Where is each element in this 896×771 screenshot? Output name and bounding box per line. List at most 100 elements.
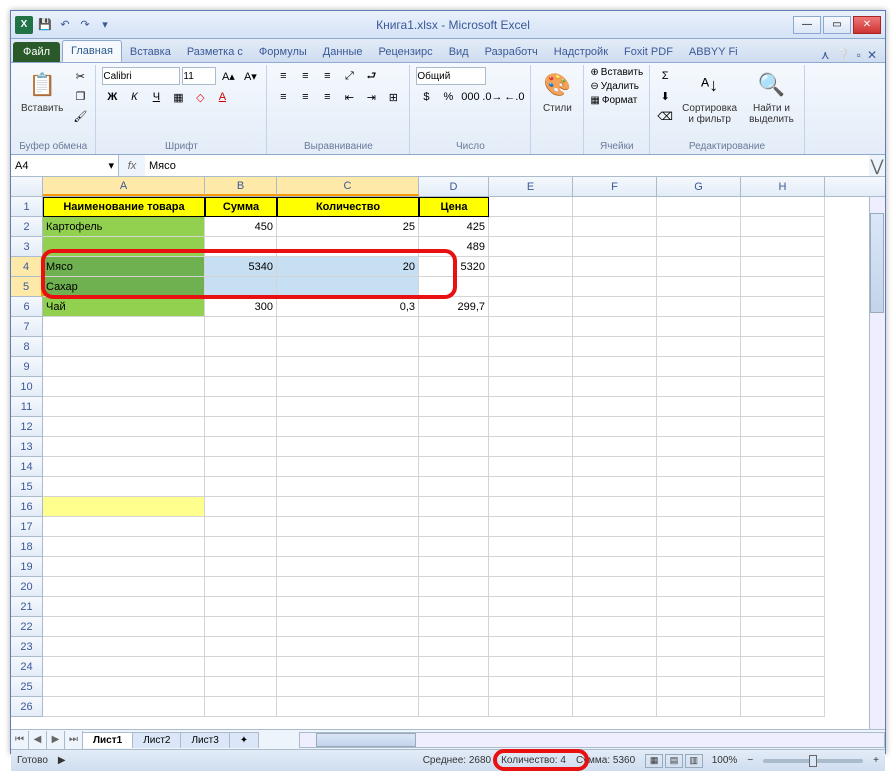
insert-cells-icon[interactable]: ⊕: [590, 67, 598, 78]
cell-B25[interactable]: [205, 677, 277, 697]
cell-C10[interactable]: [277, 377, 419, 397]
help-icon[interactable]: ❔: [836, 48, 851, 62]
maximize-button[interactable]: ▭: [823, 16, 851, 34]
align-top-icon[interactable]: ≡: [273, 67, 293, 85]
qat-dropdown-icon[interactable]: ▾: [97, 17, 113, 33]
row-header-22[interactable]: 22: [11, 617, 43, 637]
macro-record-icon[interactable]: ▶: [58, 755, 66, 766]
cell-H23[interactable]: [741, 637, 825, 657]
cell-A4[interactable]: Мясо: [43, 257, 205, 277]
cell-H26[interactable]: [741, 697, 825, 717]
cell-H14[interactable]: [741, 457, 825, 477]
vscroll-thumb[interactable]: [870, 213, 884, 313]
cell-E17[interactable]: [489, 517, 573, 537]
cell-F12[interactable]: [573, 417, 657, 437]
cell-F4[interactable]: [573, 257, 657, 277]
align-center-icon[interactable]: ≡: [295, 88, 315, 106]
cell-D10[interactable]: [419, 377, 489, 397]
bold-icon[interactable]: Ж: [102, 88, 122, 106]
cell-F14[interactable]: [573, 457, 657, 477]
normal-view-icon[interactable]: ▦: [645, 754, 663, 768]
row-header-16[interactable]: 16: [11, 497, 43, 517]
cell-E26[interactable]: [489, 697, 573, 717]
cell-D14[interactable]: [419, 457, 489, 477]
minimize-ribbon-icon[interactable]: ⋏: [821, 48, 830, 62]
cell-H10[interactable]: [741, 377, 825, 397]
tab-insert[interactable]: Вставка: [122, 42, 179, 62]
cell-D21[interactable]: [419, 597, 489, 617]
cell-F11[interactable]: [573, 397, 657, 417]
cell-D26[interactable]: [419, 697, 489, 717]
cell-B7[interactable]: [205, 317, 277, 337]
fill-icon[interactable]: ⬇: [656, 87, 674, 105]
cell-C20[interactable]: [277, 577, 419, 597]
wrap-text-icon[interactable]: ⮐: [361, 67, 381, 85]
format-cells-label[interactable]: Формат: [602, 95, 638, 106]
cell-F3[interactable]: [573, 237, 657, 257]
sheet-nav-next-icon[interactable]: ▶: [47, 731, 65, 749]
cell-H6[interactable]: [741, 297, 825, 317]
insert-cells-label[interactable]: Вставить: [601, 67, 643, 78]
cell-A26[interactable]: [43, 697, 205, 717]
cell-F9[interactable]: [573, 357, 657, 377]
cell-B1[interactable]: Сумма: [205, 197, 277, 217]
cell-B17[interactable]: [205, 517, 277, 537]
cell-G3[interactable]: [657, 237, 741, 257]
autosum-icon[interactable]: Σ: [656, 67, 674, 85]
cell-C24[interactable]: [277, 657, 419, 677]
cell-B22[interactable]: [205, 617, 277, 637]
cell-B13[interactable]: [205, 437, 277, 457]
cell-H13[interactable]: [741, 437, 825, 457]
cell-A11[interactable]: [43, 397, 205, 417]
row-header-21[interactable]: 21: [11, 597, 43, 617]
cell-D4[interactable]: 5320: [419, 257, 489, 277]
fx-icon[interactable]: fx: [123, 157, 141, 175]
cell-E9[interactable]: [489, 357, 573, 377]
row-header-2[interactable]: 2: [11, 217, 43, 237]
cell-C4[interactable]: 20: [277, 257, 419, 277]
cell-B24[interactable]: [205, 657, 277, 677]
cell-B6[interactable]: 300: [205, 297, 277, 317]
cell-A10[interactable]: [43, 377, 205, 397]
clear-icon[interactable]: ⌫: [656, 107, 674, 125]
cell-C15[interactable]: [277, 477, 419, 497]
cell-B11[interactable]: [205, 397, 277, 417]
cell-B5[interactable]: [205, 277, 277, 297]
cell-F2[interactable]: [573, 217, 657, 237]
cell-F18[interactable]: [573, 537, 657, 557]
cell-B4[interactable]: 5340: [205, 257, 277, 277]
cell-C13[interactable]: [277, 437, 419, 457]
cell-H22[interactable]: [741, 617, 825, 637]
horizontal-scrollbar[interactable]: [299, 732, 885, 748]
close-button[interactable]: ✕: [853, 16, 881, 34]
row-header-10[interactable]: 10: [11, 377, 43, 397]
tab-data[interactable]: Данные: [315, 42, 371, 62]
cell-E24[interactable]: [489, 657, 573, 677]
col-header-F[interactable]: F: [573, 177, 657, 196]
fill-color-icon[interactable]: ◇: [190, 88, 210, 106]
namebox-dropdown-icon[interactable]: ▾: [108, 159, 114, 172]
cell-H4[interactable]: [741, 257, 825, 277]
tab-abbyy[interactable]: ABBYY Fi: [681, 42, 746, 62]
tab-addins[interactable]: Надстройк: [546, 42, 616, 62]
cell-C22[interactable]: [277, 617, 419, 637]
row-header-18[interactable]: 18: [11, 537, 43, 557]
cell-D3[interactable]: 489: [419, 237, 489, 257]
tab-developer[interactable]: Разработч: [477, 42, 546, 62]
cell-A21[interactable]: [43, 597, 205, 617]
new-sheet-button[interactable]: ✦: [229, 732, 259, 748]
cell-H7[interactable]: [741, 317, 825, 337]
cell-H9[interactable]: [741, 357, 825, 377]
tab-home[interactable]: Главная: [62, 40, 122, 62]
cell-G6[interactable]: [657, 297, 741, 317]
cell-A16[interactable]: [43, 497, 205, 517]
font-color-icon[interactable]: A: [212, 88, 232, 106]
cell-E1[interactable]: [489, 197, 573, 217]
cell-C17[interactable]: [277, 517, 419, 537]
cell-B16[interactable]: [205, 497, 277, 517]
styles-button[interactable]: 🎨 Стили: [537, 67, 577, 116]
cell-D22[interactable]: [419, 617, 489, 637]
cell-G18[interactable]: [657, 537, 741, 557]
row-header-8[interactable]: 8: [11, 337, 43, 357]
row-header-3[interactable]: 3: [11, 237, 43, 257]
